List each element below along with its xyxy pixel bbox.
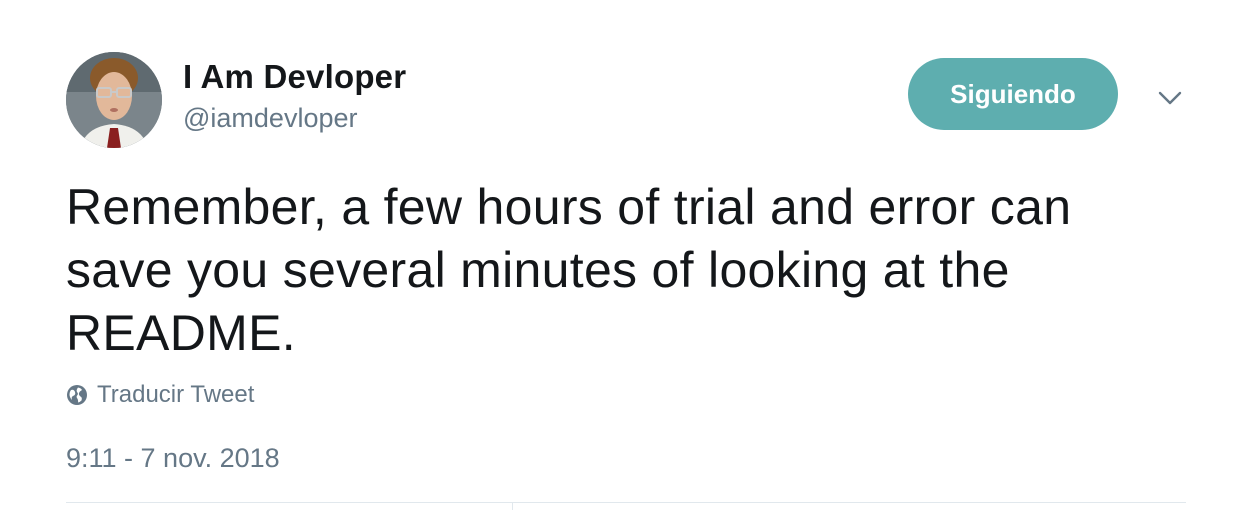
author-handle[interactable]: @iamdevloper: [183, 103, 358, 134]
divider: [66, 502, 1186, 503]
translate-tweet-label: Traducir Tweet: [97, 381, 255, 408]
tweet-timestamp[interactable]: 9:11 - 7 nov. 2018: [66, 443, 280, 474]
tweet-text: Remember, a few hours of trial and error…: [66, 179, 1072, 361]
chevron-down-icon[interactable]: [1156, 86, 1184, 110]
avatar-image: [66, 52, 162, 148]
globe-icon: [67, 385, 87, 405]
following-button[interactable]: Siguiendo: [908, 58, 1118, 130]
divider-tick: [512, 503, 513, 510]
tweet-card: I Am Devloper @iamdevloper Siguiendo Rem…: [0, 0, 1238, 510]
author-display-name[interactable]: I Am Devloper: [183, 58, 406, 96]
avatar[interactable]: [66, 52, 162, 148]
translate-tweet-link[interactable]: Traducir Tweet: [66, 381, 254, 409]
